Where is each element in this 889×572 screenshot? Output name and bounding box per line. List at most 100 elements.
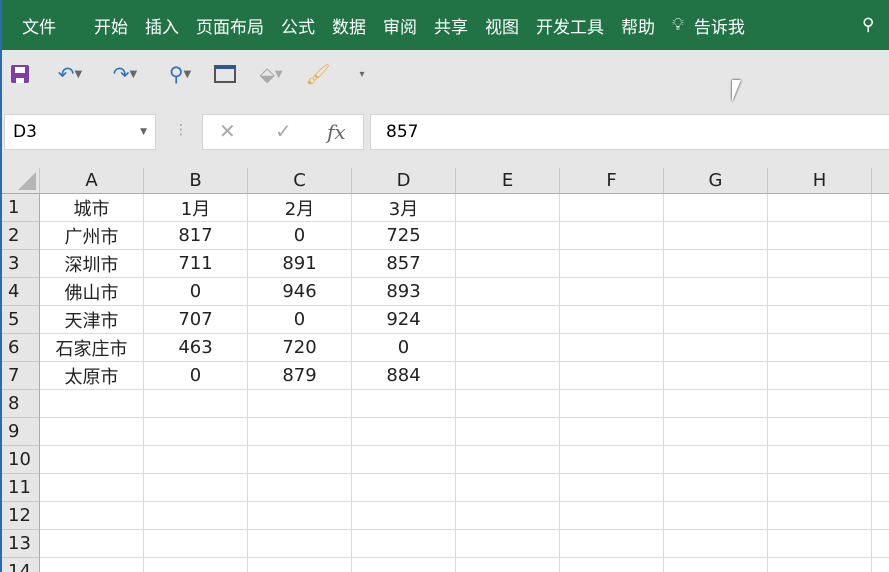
tab-page-layout[interactable]: 页面布局: [196, 13, 264, 38]
cell-D1[interactable]: 3月: [352, 194, 456, 222]
cell-C4[interactable]: 946: [248, 278, 352, 306]
form-icon[interactable]: [212, 56, 238, 92]
column-header-B[interactable]: B: [144, 168, 248, 194]
cell-B2[interactable]: 817: [144, 222, 248, 250]
cell-F7[interactable]: [560, 362, 664, 390]
cell-E5[interactable]: [456, 306, 560, 334]
cell-G1[interactable]: [664, 194, 768, 222]
cell-G12[interactable]: [664, 502, 768, 530]
cell-B12[interactable]: [144, 502, 248, 530]
cell-C13[interactable]: [248, 530, 352, 558]
cell-C6[interactable]: 720: [248, 334, 352, 362]
cell-H14[interactable]: [768, 558, 872, 572]
cell-C9[interactable]: [248, 418, 352, 446]
cell-D9[interactable]: [352, 418, 456, 446]
cell-A3[interactable]: 深圳市: [40, 250, 144, 278]
cell-E2[interactable]: [456, 222, 560, 250]
cell-E4[interactable]: [456, 278, 560, 306]
cell-E12[interactable]: [456, 502, 560, 530]
name-box[interactable]: D3 ▼: [4, 114, 156, 150]
cell-G7[interactable]: [664, 362, 768, 390]
cell-B7[interactable]: 0: [144, 362, 248, 390]
cell-C11[interactable]: [248, 474, 352, 502]
cell-B14[interactable]: [144, 558, 248, 572]
cell-D8[interactable]: [352, 390, 456, 418]
cell-I1[interactable]: [872, 194, 889, 222]
customize-toolbar-icon[interactable]: ▾: [354, 56, 370, 92]
column-header-A[interactable]: A: [40, 168, 144, 194]
cell-B1[interactable]: 1月: [144, 194, 248, 222]
tab-share[interactable]: 共享: [434, 13, 468, 38]
column-header-H[interactable]: H: [768, 168, 872, 194]
cell-A8[interactable]: [40, 390, 144, 418]
cell-D3[interactable]: 857: [352, 250, 456, 278]
cell-E1[interactable]: [456, 194, 560, 222]
cell-D2[interactable]: 725: [352, 222, 456, 250]
column-header-partial[interactable]: [872, 168, 889, 194]
cell-G2[interactable]: [664, 222, 768, 250]
cell-C10[interactable]: [248, 446, 352, 474]
tab-help[interactable]: 帮助: [621, 13, 655, 38]
cell-H6[interactable]: [768, 334, 872, 362]
cell-I6[interactable]: [872, 334, 889, 362]
format-painter-icon[interactable]: 🖌︎: [304, 56, 332, 92]
cell-H4[interactable]: [768, 278, 872, 306]
cell-I8[interactable]: [872, 390, 889, 418]
lightbulb-icon[interactable]: 💡︎: [672, 15, 684, 35]
column-header-F[interactable]: F: [560, 168, 664, 194]
cell-I14[interactable]: [872, 558, 889, 572]
tab-data[interactable]: 数据: [332, 13, 366, 38]
cell-D5[interactable]: 924: [352, 306, 456, 334]
cell-G8[interactable]: [664, 390, 768, 418]
cell-C5[interactable]: 0: [248, 306, 352, 334]
cell-E9[interactable]: [456, 418, 560, 446]
cell-H8[interactable]: [768, 390, 872, 418]
cell-B3[interactable]: 711: [144, 250, 248, 278]
cell-B10[interactable]: [144, 446, 248, 474]
undo-icon[interactable]: ↶ ▼: [50, 56, 90, 92]
tab-home[interactable]: 开始: [94, 13, 128, 38]
cell-E11[interactable]: [456, 474, 560, 502]
cell-D4[interactable]: 893: [352, 278, 456, 306]
tab-view[interactable]: 视图: [485, 13, 519, 38]
cell-G4[interactable]: [664, 278, 768, 306]
cell-G3[interactable]: [664, 250, 768, 278]
tab-review[interactable]: 审阅: [383, 13, 417, 38]
cell-A4[interactable]: 佛山市: [40, 278, 144, 306]
row-header-8[interactable]: 8: [2, 390, 40, 418]
column-header-G[interactable]: G: [664, 168, 768, 194]
cell-A7[interactable]: 太原市: [40, 362, 144, 390]
cell-H1[interactable]: [768, 194, 872, 222]
cell-H12[interactable]: [768, 502, 872, 530]
row-header-6[interactable]: 6: [2, 334, 40, 362]
cell-F12[interactable]: [560, 502, 664, 530]
cell-E7[interactable]: [456, 362, 560, 390]
cell-C7[interactable]: 879: [248, 362, 352, 390]
cell-A9[interactable]: [40, 418, 144, 446]
row-header-5[interactable]: 5: [2, 306, 40, 334]
cancel-icon[interactable]: ✕: [219, 119, 236, 143]
cell-A1[interactable]: 城市: [40, 194, 144, 222]
cell-A10[interactable]: [40, 446, 144, 474]
cell-F11[interactable]: [560, 474, 664, 502]
cell-E14[interactable]: [456, 558, 560, 572]
share-user-icon[interactable]: ⚲: [862, 15, 874, 35]
column-header-E[interactable]: E: [456, 168, 560, 194]
cell-H10[interactable]: [768, 446, 872, 474]
cell-F2[interactable]: [560, 222, 664, 250]
cell-A2[interactable]: 广州市: [40, 222, 144, 250]
cell-F5[interactable]: [560, 306, 664, 334]
cell-F9[interactable]: [560, 418, 664, 446]
cell-A12[interactable]: [40, 502, 144, 530]
chevron-down-icon[interactable]: ▼: [140, 127, 147, 137]
cell-C12[interactable]: [248, 502, 352, 530]
cell-B13[interactable]: [144, 530, 248, 558]
row-header-12[interactable]: 12: [2, 502, 40, 530]
cell-B8[interactable]: [144, 390, 248, 418]
cell-I11[interactable]: [872, 474, 889, 502]
cell-F13[interactable]: [560, 530, 664, 558]
row-header-14[interactable]: 14: [2, 558, 40, 572]
row-header-4[interactable]: 4: [2, 278, 40, 306]
row-header-10[interactable]: 10: [2, 446, 40, 474]
column-header-D[interactable]: D: [352, 168, 456, 194]
